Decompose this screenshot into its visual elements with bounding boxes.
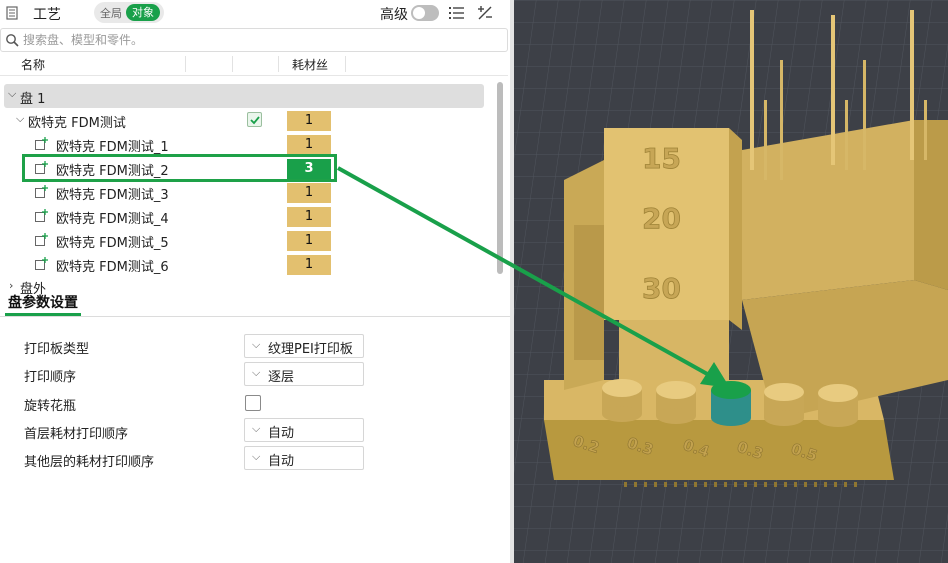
add-part-icon	[35, 257, 48, 270]
list-view-icon[interactable]	[448, 5, 466, 21]
plate-row[interactable]: ⌵ 盘 1	[4, 84, 484, 108]
filament-badge[interactable]: 1	[287, 255, 331, 275]
object-row[interactable]: ⌵ 欧特克 FDM测试 1	[0, 108, 490, 132]
print-sequence-value: 逐层	[268, 370, 295, 385]
column-filament: 耗材丝	[292, 58, 329, 72]
chevron-down-icon: ⌵	[252, 366, 261, 379]
other-layer-order-select[interactable]: ⌵ 自动	[244, 446, 364, 470]
bed-type-label: 打印板类型	[24, 342, 90, 357]
checkmark-icon	[250, 116, 260, 125]
selection-highlight-box	[22, 154, 337, 182]
first-layer-order-select[interactable]: ⌵ 自动	[244, 418, 364, 442]
column-separator	[232, 56, 233, 72]
part-row[interactable]: 欧特克 FDM测试_3 1	[0, 180, 490, 204]
part-label: 欧特克 FDM测试_1	[56, 140, 169, 155]
plate-settings-title: 盘参数设置	[8, 295, 78, 311]
object-label: 欧特克 FDM测试	[28, 116, 126, 131]
part-label: 欧特克 FDM测试_5	[56, 236, 169, 251]
bed-type-select[interactable]: ⌵ 纹理PEI打印板	[244, 334, 364, 358]
part-label: 欧特克 FDM测试_4	[56, 212, 169, 227]
part-label: 欧特克 FDM测试_6	[56, 260, 169, 275]
object-printable-checkbox[interactable]	[247, 112, 262, 127]
other-layer-order-value: 自动	[268, 454, 295, 469]
panel-title: 工艺	[33, 7, 61, 23]
spiral-vase-checkbox[interactable]	[245, 395, 261, 411]
search-icon	[6, 34, 19, 47]
print-sequence-label: 打印顺序	[24, 370, 77, 385]
filament-badge[interactable]: 1	[287, 207, 331, 227]
model-left-slot	[574, 225, 604, 360]
part-row[interactable]: 欧特克 FDM测试_5 1	[0, 228, 490, 252]
print-sequence-select[interactable]: ⌵ 逐层	[244, 362, 364, 386]
part-row[interactable]: 欧特克 FDM测试_6 1	[0, 252, 490, 276]
column-separator	[345, 56, 346, 72]
add-part-icon	[35, 233, 48, 246]
tree-scrollbar[interactable]	[497, 82, 505, 282]
object-tree: ⌵ 盘 1 ⌵ 欧特克 FDM测试 1 欧特克 FDM测试_1 1 欧特克 FD…	[0, 80, 508, 292]
process-header: 工艺 全局 对象 高级	[0, 0, 510, 26]
other-layer-order-label: 其他层的耗材打印顺序	[24, 455, 155, 470]
chevron-down-icon: ⌵	[252, 338, 261, 351]
column-header: 名称 耗材丝	[0, 52, 508, 76]
process-panel: 工艺 全局 对象 高级 名称 耗材丝	[0, 0, 510, 563]
filament-badge[interactable]: 1	[287, 135, 331, 155]
highlighted-part[interactable]	[711, 381, 751, 426]
advanced-label: 高级	[380, 7, 408, 23]
section-divider	[0, 316, 510, 317]
chevron-down-icon[interactable]: ⌵	[16, 112, 24, 126]
bed-type-value: 纹理PEI打印板	[268, 342, 353, 357]
toggle-knob	[413, 7, 425, 19]
column-name: 名称	[21, 58, 46, 72]
model-label-15: 15	[642, 142, 681, 175]
mode-object-option[interactable]: 对象	[126, 4, 160, 21]
part-row[interactable]: 欧特克 FDM测试_4 1	[0, 204, 490, 228]
part-row[interactable]: 欧特克 FDM测试_1 1	[0, 132, 490, 156]
3d-viewport[interactable]: 15 20 30 0.2 0.3 0.4 0.3 0.5	[514, 0, 948, 563]
plate-label: 盘 1	[20, 92, 46, 107]
process-icon	[6, 6, 18, 20]
column-separator	[278, 56, 279, 72]
search-input[interactable]	[23, 31, 493, 49]
model-render[interactable]: 15 20 30 0.2 0.3 0.4 0.3 0.5	[514, 0, 948, 563]
chevron-down-icon: ⌵	[252, 422, 261, 435]
first-layer-order-value: 自动	[268, 426, 295, 441]
part-label: 欧特克 FDM测试_3	[56, 188, 169, 203]
advanced-toggle[interactable]	[411, 5, 439, 21]
model-right-wall	[742, 120, 914, 300]
filament-badge[interactable]: 1	[287, 231, 331, 251]
chevron-down-icon: ⌵	[252, 450, 261, 463]
chevron-down-icon[interactable]: ⌵	[8, 87, 16, 101]
column-separator	[185, 56, 186, 72]
filament-badge[interactable]: 1	[287, 111, 331, 131]
model-right-side	[914, 120, 948, 290]
chevron-right-icon[interactable]: ›	[9, 279, 13, 292]
filament-badge[interactable]: 1	[287, 183, 331, 203]
model-tower-lower	[619, 320, 729, 380]
scrollbar-thumb[interactable]	[497, 82, 503, 274]
add-part-icon	[35, 209, 48, 222]
model-label-20: 20	[642, 202, 681, 235]
model-tower-side	[729, 128, 742, 330]
mode-global-option[interactable]: 全局	[100, 5, 122, 21]
add-part-icon	[35, 185, 48, 198]
first-layer-order-label: 首层耗材打印顺序	[24, 427, 129, 442]
spiral-vase-label: 旋转花瓶	[24, 399, 77, 414]
add-part-icon	[35, 137, 48, 150]
model-label-30: 30	[642, 272, 681, 305]
search-bar	[0, 28, 508, 52]
compare-icon[interactable]	[476, 4, 494, 22]
mode-switch[interactable]: 全局 对象	[94, 2, 164, 23]
